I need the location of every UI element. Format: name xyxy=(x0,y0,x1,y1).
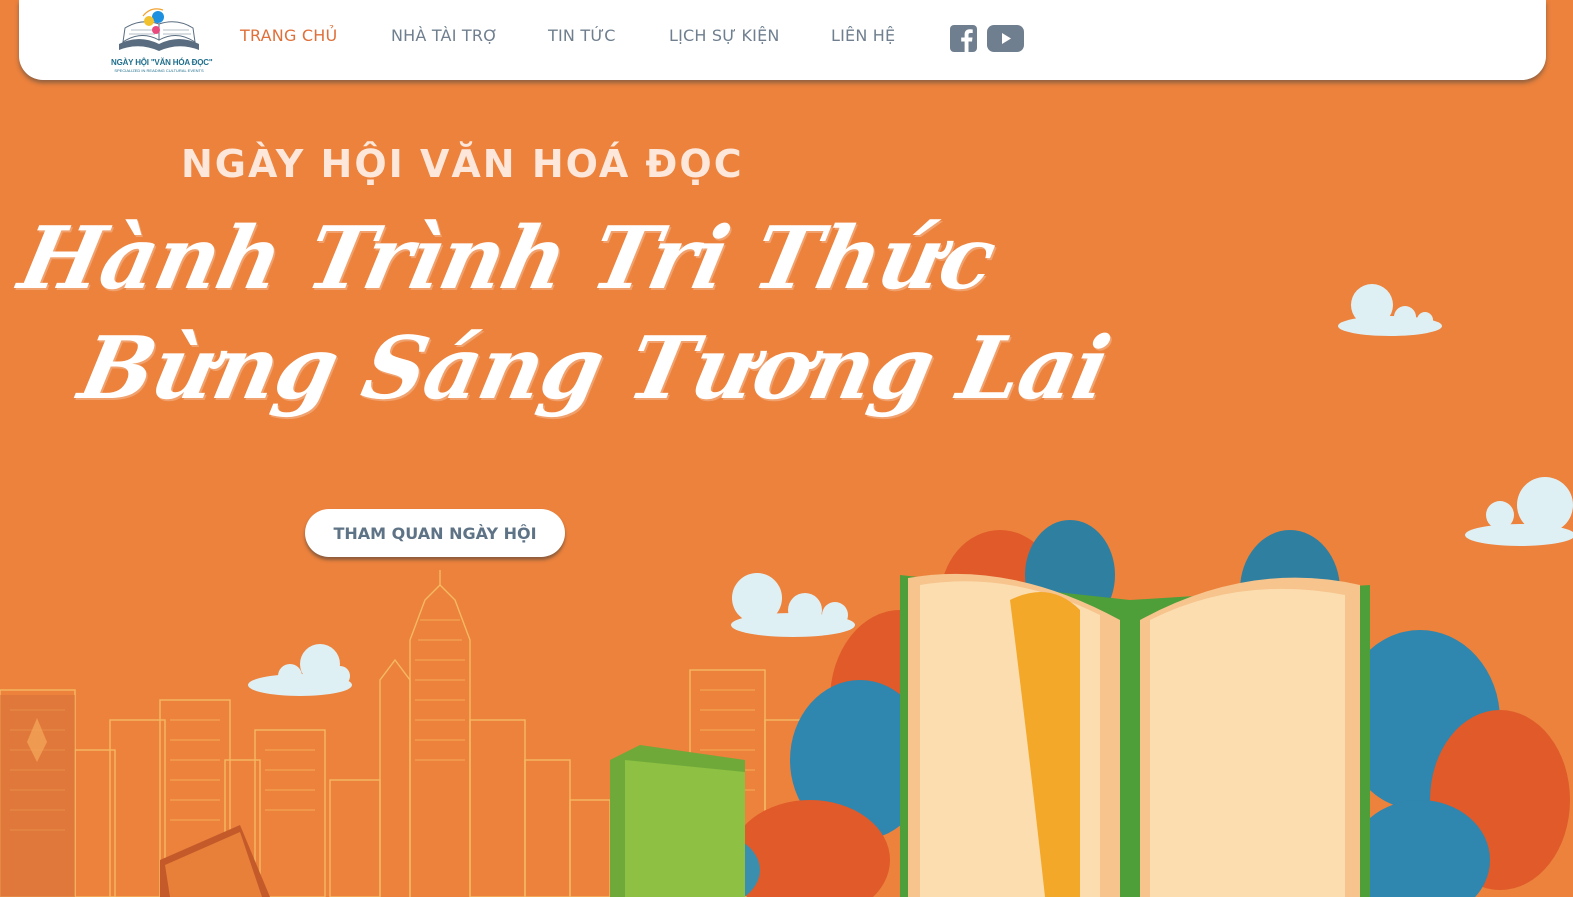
youtube-icon[interactable] xyxy=(987,25,1024,56)
green-book xyxy=(610,745,745,897)
cloud-small-left xyxy=(248,644,352,696)
open-book xyxy=(900,573,1370,897)
cloud-right-edge xyxy=(1465,477,1573,546)
visit-festival-button[interactable]: THAM QUAN NGÀY HỘI xyxy=(305,509,565,557)
nav-item-contact[interactable]: LIÊN HỆ xyxy=(831,26,895,45)
logo-title: NGÀY HỘI "VĂN HÓA ĐỌC" xyxy=(111,58,213,67)
hero-headline-line1: Hành Trình Tri Thức xyxy=(11,208,1004,309)
hero-headline-line2: Bừng Sáng Tương Lai xyxy=(71,318,1118,419)
nav-item-sponsors[interactable]: NHÀ TÀI TRỢ xyxy=(391,26,498,45)
site-logo[interactable]: NGÀY HỘI "VĂN HÓA ĐỌC" SPECIALIZED IN RE… xyxy=(111,4,213,78)
orange-book xyxy=(160,825,270,897)
logo-subtitle: SPECIALIZED IN READING CULTURAL EVENTS xyxy=(114,68,204,73)
nav-item-events-schedule[interactable]: LỊCH SỰ KIỆN xyxy=(669,26,780,45)
nav-item-home[interactable]: TRANG CHỦ xyxy=(240,26,337,45)
top-navbar: NGÀY HỘI "VĂN HÓA ĐỌC" SPECIALIZED IN RE… xyxy=(19,0,1546,80)
cloud-right-top xyxy=(1338,284,1442,336)
hero-illustration xyxy=(0,284,1573,897)
logo-book-icon xyxy=(119,8,199,51)
cloud-middle xyxy=(731,573,855,637)
hero-kicker: NGÀY HỘI VĂN HOÁ ĐỌC xyxy=(181,142,744,186)
nav-item-news[interactable]: TIN TỨC xyxy=(548,26,616,45)
facebook-icon[interactable] xyxy=(950,25,977,56)
